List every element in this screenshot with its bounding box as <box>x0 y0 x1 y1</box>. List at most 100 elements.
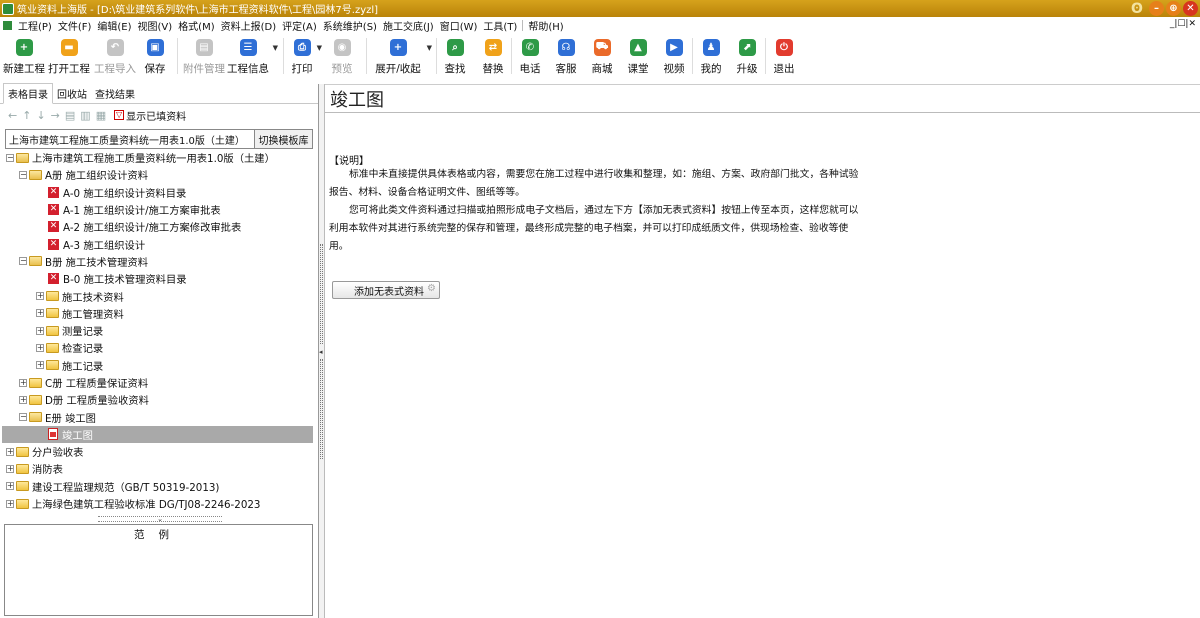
expand-icon[interactable]: + <box>6 447 14 456</box>
tree-node-a3[interactable]: ✕ A-3 施工组织设计 <box>2 235 316 252</box>
tree-node-jianli[interactable]: + 建设工程监理规范（GB/T 50319-2013) <box>2 478 316 495</box>
video-button[interactable]: ▶ 视频 <box>661 34 687 79</box>
tree-node-lvse[interactable]: + 上海绿色建筑工程验收标准 DG/TJ08-2246-2023 <box>2 495 316 512</box>
legend-title: 范例 <box>134 529 183 541</box>
splitter-grip[interactable] <box>320 359 323 459</box>
attachment-button[interactable]: ▤ 附件管理 <box>183 34 225 79</box>
dropdown-arrow-icon[interactable]: ▼ <box>273 44 278 52</box>
tab-recycle-bin[interactable]: 回收站 <box>53 84 91 103</box>
menu-file[interactable]: 文件(F) <box>55 18 95 33</box>
expand-icon[interactable]: + <box>6 499 14 508</box>
service-label: 客服 <box>555 63 577 75</box>
tab-search-results[interactable]: 查找结果 <box>91 84 139 103</box>
mdi-controls[interactable]: _|☐|✕ <box>1170 19 1196 29</box>
classroom-button[interactable]: ▲ 课堂 <box>625 34 651 79</box>
menu-briefing[interactable]: 施工交底(J) <box>380 18 437 33</box>
skin-icon[interactable]: ʘ <box>1127 1 1147 17</box>
find-button[interactable]: ⌕ 查找 <box>442 34 468 79</box>
replace-button[interactable]: ⇄ 替换 <box>480 34 506 79</box>
menu-edit[interactable]: 编辑(E) <box>94 18 134 33</box>
mine-button[interactable]: ♟ 我的 <box>698 34 724 79</box>
expand-icon[interactable]: + <box>19 395 27 404</box>
tree-node-root[interactable]: − 上海市建筑工程施工质量资料统一用表1.0版（土建） <box>2 149 316 166</box>
show-filled-checkbox[interactable]: ▽ 显示已填资料 <box>114 108 186 123</box>
dropdown-arrow-icon[interactable]: ▼ <box>317 44 322 52</box>
menu-project[interactable]: 工程(P) <box>15 18 55 33</box>
open-project-button[interactable]: ▬ 打开工程 <box>46 34 92 79</box>
tree-node-a1[interactable]: ✕ A-1 施工组织设计/施工方案审批表 <box>2 201 316 218</box>
tree-node-label: 分户验收表 <box>32 447 84 460</box>
tree-node-b0[interactable]: ✕ B-0 施工技术管理资料目录 <box>2 270 316 287</box>
menu-window[interactable]: 窗口(W) <box>437 18 481 33</box>
upgrade-button[interactable]: ⬈ 升级 <box>734 34 760 79</box>
menu-format[interactable]: 格式(M) <box>175 18 217 33</box>
horizontal-splitter[interactable]: ⌄ <box>98 516 222 523</box>
exit-button[interactable]: ⏻ 退出 <box>771 34 797 79</box>
menu-view[interactable]: 视图(V) <box>135 18 176 33</box>
splitter-grip[interactable] <box>320 244 323 344</box>
tree-node-a-book[interactable]: − A册 施工组织设计资料 <box>2 166 316 183</box>
tree-node-a0[interactable]: ✕ A-0 施工组织设计资料目录 <box>2 184 316 201</box>
tree-node-b-mgmt[interactable]: + 施工管理资料 <box>2 305 316 322</box>
dropdown-arrow-icon[interactable]: ▼ <box>427 44 432 52</box>
close-button[interactable]: ✕ <box>1183 1 1198 16</box>
arrow-up-icon[interactable]: ↑ <box>22 109 31 122</box>
document-icon[interactable]: ▦ <box>96 109 106 122</box>
tree-node-b-book[interactable]: − B册 施工技术管理资料 <box>2 253 316 270</box>
paste-icon[interactable]: ▥ <box>80 109 90 122</box>
folder-icon <box>29 377 42 388</box>
tree-node-b-check[interactable]: + 检查记录 <box>2 339 316 356</box>
expand-icon[interactable]: + <box>36 361 44 370</box>
template-select[interactable]: 上海市建筑工程施工质量资料统一用表1.0版（土建） <box>5 129 255 149</box>
project-info-button[interactable]: ☰ 工程信息 ▼ <box>225 34 278 79</box>
folder-open-icon <box>29 412 42 423</box>
expand-icon[interactable]: + <box>36 292 44 301</box>
tree-node-d-book[interactable]: + D册 工程质量验收资料 <box>2 391 316 408</box>
phone-button[interactable]: ✆ 电话 <box>517 34 543 79</box>
tab-table-directory[interactable]: 表格目录 <box>3 83 53 104</box>
tree-node-b-tech[interactable]: + 施工技术资料 <box>2 287 316 304</box>
tree-node-c-book[interactable]: + C册 工程质量保证资料 <box>2 374 316 391</box>
switch-template-button[interactable]: 切换模板库 <box>255 129 313 149</box>
service-button[interactable]: ☊ 客服 <box>553 34 579 79</box>
arrow-down-icon[interactable]: ↓ <box>36 109 45 122</box>
menu-tools[interactable]: 工具(T) <box>480 18 520 33</box>
classroom-label: 课堂 <box>627 63 649 75</box>
import-project-button[interactable]: ↶ 工程导入 <box>92 34 138 79</box>
collapse-icon[interactable]: − <box>19 257 27 266</box>
tree-node-a2[interactable]: ✕ A-2 施工组织设计/施工方案修改审批表 <box>2 218 316 235</box>
tree-node-e-book[interactable]: − E册 竣工图 <box>2 408 316 425</box>
tree-node-e-item-selected[interactable]: 竣工图 <box>2 425 313 444</box>
expand-icon[interactable]: + <box>19 378 27 387</box>
menu-report[interactable]: 资料上报(D) <box>218 18 280 33</box>
expand-icon[interactable]: + <box>36 343 44 352</box>
print-button[interactable]: ⎙ 打印 ▼ <box>289 34 322 79</box>
expand-icon[interactable]: + <box>6 464 14 473</box>
copy-icon[interactable]: ▤ <box>65 109 75 122</box>
tree-node-xiaofang[interactable]: + 消防表 <box>2 460 316 477</box>
expand-icon[interactable]: + <box>6 482 14 491</box>
collapse-icon[interactable]: − <box>19 170 27 179</box>
menu-system[interactable]: 系统维护(S) <box>320 18 380 33</box>
collapse-icon[interactable]: − <box>6 153 14 162</box>
expand-icon[interactable]: + <box>36 309 44 318</box>
menu-evaluate[interactable]: 评定(A) <box>279 18 320 33</box>
expand-collapse-button[interactable]: + 展开/收起 ▼ <box>372 34 432 79</box>
new-project-button[interactable]: + 新建工程 <box>2 34 46 79</box>
collapse-icon[interactable]: − <box>19 413 27 422</box>
collapse-left-icon[interactable]: ◂ <box>319 348 323 356</box>
minimize-button[interactable]: – <box>1149 1 1164 16</box>
add-untabled-material-button[interactable]: 添加无表式资料 ⚙ <box>332 281 440 299</box>
save-button[interactable]: ▣ 保存 <box>138 34 172 79</box>
expand-icon[interactable]: + <box>36 326 44 335</box>
folder-icon <box>16 498 29 509</box>
preview-button[interactable]: ◉ 预览 <box>323 34 361 79</box>
tree-node-fenhu[interactable]: + 分户验收表 <box>2 443 316 460</box>
arrow-left-icon[interactable]: ← <box>8 109 17 122</box>
maximize-button[interactable]: ⊕ <box>1166 1 1181 16</box>
mall-button[interactable]: ⛟ 商城 <box>589 34 615 79</box>
tree-node-b-survey[interactable]: + 测量记录 <box>2 322 316 339</box>
arrow-right-icon[interactable]: → <box>51 109 60 122</box>
tree-node-b-record[interactable]: + 施工记录 <box>2 357 316 374</box>
menu-help[interactable]: 帮助(H) <box>525 18 566 33</box>
